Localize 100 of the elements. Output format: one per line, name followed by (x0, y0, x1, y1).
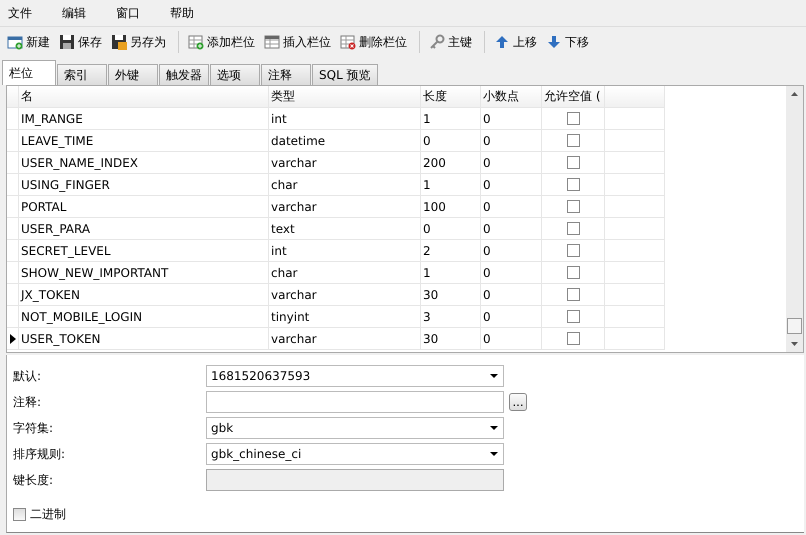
checkbox[interactable] (566, 266, 580, 279)
row-header-cell[interactable] (7, 152, 19, 174)
checkbox[interactable] (566, 244, 580, 257)
table-cell: 2 (421, 240, 481, 262)
table-cell: 0 (421, 130, 481, 152)
tab[interactable]: 注释 (261, 64, 311, 85)
tab[interactable]: 索引 (57, 64, 107, 85)
table-cell: int (269, 108, 421, 130)
corner-header (7, 86, 19, 108)
toolbar-button[interactable]: 上移 (491, 32, 540, 52)
tab[interactable]: 触发器 (159, 64, 209, 85)
table-cell: datetime (269, 130, 421, 152)
checkbox[interactable] (566, 134, 580, 147)
tab[interactable]: 栏位 (2, 60, 56, 85)
row-pointer-icon (10, 334, 16, 344)
field-label: 字符集: (13, 420, 54, 436)
menu-item[interactable]: 编辑 (56, 4, 100, 22)
scroll-thumb[interactable] (787, 318, 802, 334)
column-header[interactable]: 长度 (421, 86, 481, 108)
table-cell: LEAVE_TIME (19, 130, 269, 152)
row-header-cell[interactable] (7, 306, 19, 328)
input-field[interactable] (206, 469, 504, 491)
row-header-cell[interactable] (7, 284, 19, 306)
dropdown[interactable]: 1681520637593 (206, 365, 504, 387)
scroll-up-icon[interactable] (791, 92, 798, 96)
caret-icon (489, 451, 499, 457)
table-cell: varchar (269, 284, 421, 306)
row-header-cell[interactable] (7, 328, 19, 350)
checkbox[interactable] (566, 332, 580, 345)
checkbox[interactable] (566, 222, 580, 235)
table-cell: 1 (421, 262, 481, 284)
table-cell: NOT_MOBILE_LOGIN (19, 306, 269, 328)
row-header-cell[interactable] (7, 218, 19, 240)
table-delete-icon (340, 34, 356, 50)
scroll-down-icon[interactable] (791, 342, 798, 346)
toolbar-button[interactable]: 插入栏位 (261, 32, 334, 52)
tab[interactable]: 选项 (210, 64, 260, 85)
toolbar-button[interactable]: 添加栏位 (185, 32, 258, 52)
column-header[interactable]: 允许空值 ( (542, 86, 605, 108)
table-icon (264, 34, 280, 50)
menu-item[interactable]: 帮助 (164, 4, 208, 22)
column-header[interactable]: 小数点 (481, 86, 542, 108)
table-cell: 0 (481, 262, 542, 284)
up-arrow-icon (494, 34, 510, 50)
table-cell: 30 (421, 328, 481, 350)
table-cell: varchar (269, 196, 421, 218)
row-header-cell[interactable] (7, 196, 19, 218)
key-icon (429, 34, 445, 50)
checkbox[interactable] (566, 178, 580, 191)
row-header-cell[interactable] (7, 174, 19, 196)
row-header-cell[interactable] (7, 108, 19, 130)
tab[interactable]: 外键 (108, 64, 158, 85)
column-header[interactable]: 名 (19, 86, 269, 108)
row-header-cell[interactable] (7, 262, 19, 284)
checkbox[interactable] (566, 156, 580, 169)
toolbar-button[interactable]: 保存 (56, 32, 105, 52)
toolbar-button[interactable]: 主键 (426, 32, 475, 52)
checkbox-label: 二进制 (30, 506, 66, 523)
table-cell: tinyint (269, 306, 421, 328)
toolbar-button[interactable]: 另存为 (108, 32, 169, 52)
dropdown[interactable]: gbk (206, 417, 504, 439)
table-cell: USER_NAME_INDEX (19, 152, 269, 174)
caret-icon (489, 425, 499, 431)
dropdown[interactable]: gbk_chinese_ci (206, 443, 504, 465)
scrollbar[interactable] (786, 86, 803, 352)
toolbar-button[interactable]: 新建 (4, 32, 53, 52)
table-cell: 1 (421, 174, 481, 196)
menu-item[interactable]: 窗口 (110, 4, 154, 22)
table-cell: 3 (421, 306, 481, 328)
row-header-cell[interactable] (7, 130, 19, 152)
table-cell: varchar (269, 328, 421, 350)
checkbox[interactable] (566, 310, 580, 323)
table-cell: USER_PARA (19, 218, 269, 240)
table-cell: 200 (421, 152, 481, 174)
checkbox[interactable] (566, 112, 580, 125)
menu-item[interactable]: 文件 (2, 4, 46, 22)
table-cell: 0 (481, 240, 542, 262)
table-cell: USER_TOKEN (19, 328, 269, 350)
field-label: 注释: (13, 394, 42, 410)
tab[interactable]: SQL 预览 (312, 64, 378, 85)
toolbar-button[interactable]: 下移 (543, 32, 592, 52)
input-field[interactable] (206, 391, 504, 413)
field-label: 排序规则: (13, 446, 66, 462)
table-cell: 0 (421, 218, 481, 240)
table-cell: text (269, 218, 421, 240)
table-cell: 30 (421, 284, 481, 306)
table-cell: JX_TOKEN (19, 284, 269, 306)
table-cell: int (269, 240, 421, 262)
toolbar-button[interactable]: 删除栏位 (337, 32, 410, 52)
checkbox[interactable] (13, 508, 26, 521)
table-cell: 1 (421, 108, 481, 130)
table-cell: 0 (481, 130, 542, 152)
checkbox[interactable] (566, 288, 580, 301)
table-cell: 0 (481, 218, 542, 240)
table-cell: char (269, 262, 421, 284)
row-header-cell[interactable] (7, 240, 19, 262)
checkbox[interactable] (566, 200, 580, 213)
new-table-icon (7, 34, 23, 50)
ellipsis-button[interactable]: ... (509, 393, 527, 411)
column-header[interactable]: 类型 (269, 86, 421, 108)
